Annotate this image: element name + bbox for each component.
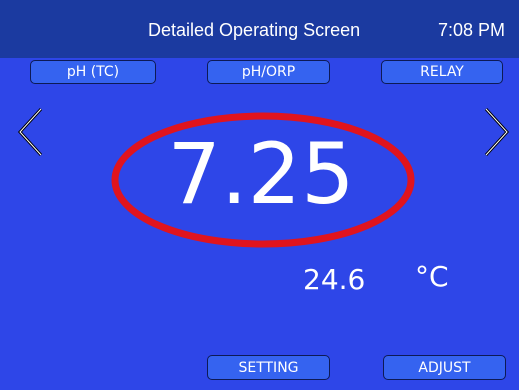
operating-screen: Detailed Operating Screen 7:08 PM pH (TC… xyxy=(0,0,519,390)
temperature-reading: 24.6 xyxy=(303,263,366,296)
setting-button[interactable]: SETTING xyxy=(207,355,330,380)
chevron-left-icon[interactable] xyxy=(15,106,45,158)
chevron-right-icon[interactable] xyxy=(482,106,512,158)
clock-time: 7:08 PM xyxy=(438,20,506,40)
header-bar: Detailed Operating Screen 7:08 PM xyxy=(0,0,519,60)
tab-ph-orp[interactable]: pH/ORP xyxy=(207,60,330,84)
ph-reading: 7.25 xyxy=(167,125,355,223)
temperature-unit: °C xyxy=(415,260,449,293)
screen-title: Detailed Operating Screen xyxy=(148,20,361,40)
tab-relay[interactable]: RELAY xyxy=(381,60,503,84)
tab-ph-tc[interactable]: pH (TC) xyxy=(30,60,156,84)
adjust-button[interactable]: ADJUST xyxy=(383,355,506,380)
